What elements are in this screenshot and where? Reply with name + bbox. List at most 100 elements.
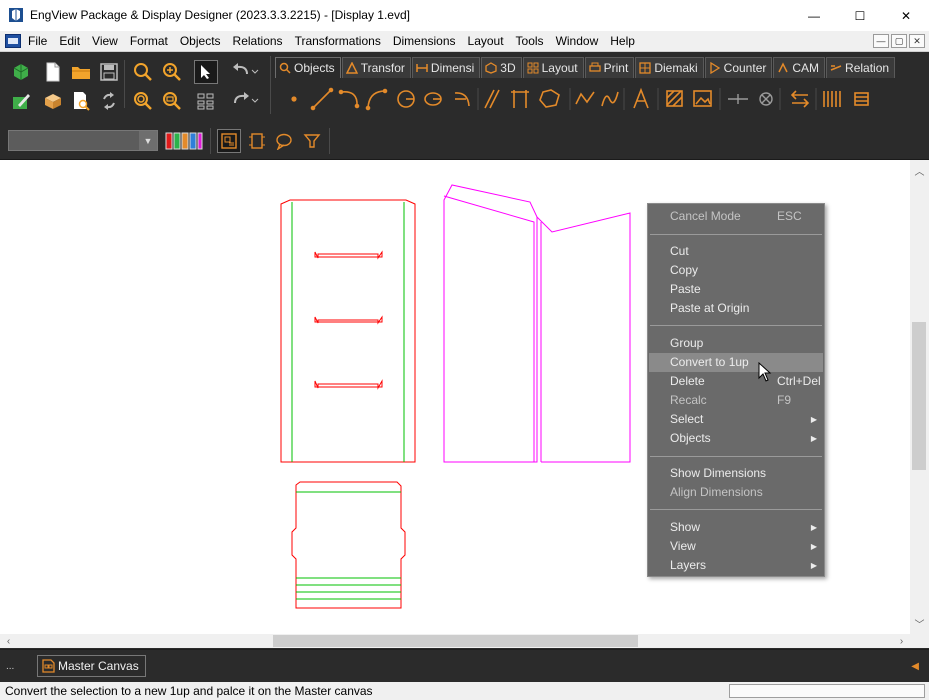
- menu-item-recalc[interactable]: Recalc F9: [649, 391, 823, 410]
- text-tool-icon: [633, 87, 649, 109]
- new-file-button[interactable]: [42, 61, 64, 83]
- layers-icon: [221, 133, 237, 149]
- mdi-restore-button[interactable]: ▢: [891, 34, 907, 48]
- point-tool-icon: [291, 96, 297, 102]
- menu-item-show[interactable]: Show ▶: [649, 518, 823, 537]
- menu-item-align-dimensions[interactable]: Align Dimensions: [649, 483, 823, 502]
- menu-item-copy[interactable]: Copy: [649, 261, 823, 280]
- scroll-right-icon[interactable]: ›: [893, 634, 910, 648]
- vertical-scrollbar[interactable]: ︿ ﹀: [910, 160, 929, 634]
- toolbar-tabs: Objects Transfor Dimensi 3D Layout Print…: [275, 57, 896, 78]
- tab-objects[interactable]: Objects: [275, 57, 341, 78]
- menu-relations[interactable]: Relations: [227, 33, 289, 49]
- tab-transformations[interactable]: Transfor: [341, 57, 411, 78]
- grid-view-button[interactable]: [195, 90, 217, 112]
- menu-help[interactable]: Help: [604, 33, 641, 49]
- tab-master-canvas[interactable]: Master Canvas: [37, 655, 146, 677]
- document-icon[interactable]: [5, 34, 21, 48]
- more-tabs-button[interactable]: ...: [6, 661, 32, 675]
- undo-dropdown[interactable]: [250, 61, 260, 83]
- color-palette-button[interactable]: [164, 130, 204, 152]
- menu-objects[interactable]: Objects: [174, 33, 227, 49]
- scroll-up-icon[interactable]: ︿: [910, 162, 929, 179]
- menu-edit[interactable]: Edit: [53, 33, 86, 49]
- toolbar-separator: [210, 128, 211, 154]
- new-1up-button[interactable]: [10, 61, 32, 83]
- redo-icon: [234, 92, 249, 104]
- chevron-down-icon: [251, 69, 259, 74]
- mdi-close-button[interactable]: ✕: [909, 34, 925, 48]
- menu-item-objects[interactable]: Objects ▶: [649, 429, 823, 448]
- close-button[interactable]: ✕: [883, 0, 929, 31]
- menu-item-group[interactable]: Group: [649, 334, 823, 353]
- mdi-minimize-button[interactable]: —: [873, 34, 889, 48]
- toolbar-area: Objects Transfor Dimensi 3D Layout Print…: [0, 52, 929, 160]
- undo-button[interactable]: [230, 61, 252, 83]
- menu-view[interactable]: View: [86, 33, 124, 49]
- tab-diemaking[interactable]: Diemaki: [635, 57, 704, 78]
- open-library-button[interactable]: [42, 90, 64, 112]
- menu-item-convert-to-1up[interactable]: Convert to 1up: [649, 353, 823, 372]
- menu-window[interactable]: Window: [550, 33, 605, 49]
- menu-item-cut[interactable]: Cut: [649, 242, 823, 261]
- table-tool-icon: [854, 92, 869, 106]
- drawing-tools-strip[interactable]: [280, 86, 880, 112]
- collapse-arrow-icon[interactable]: ◀: [911, 661, 919, 672]
- arc-3points-icon: [365, 88, 388, 111]
- menu-dimensions[interactable]: Dimensions: [387, 33, 462, 49]
- layer-properties-button[interactable]: [217, 129, 241, 153]
- maximize-button[interactable]: ☐: [837, 0, 883, 31]
- layer-frame-button[interactable]: [246, 130, 268, 152]
- menu-layout[interactable]: Layout: [462, 33, 510, 49]
- horizontal-scroll-thumb[interactable]: [273, 635, 638, 647]
- open-file-button[interactable]: [70, 61, 92, 83]
- select-tool-button[interactable]: [194, 60, 218, 84]
- menu-item-delete[interactable]: Delete Ctrl+Del: [649, 372, 823, 391]
- print-preview-button[interactable]: [70, 90, 92, 112]
- menu-item-show-dimensions[interactable]: Show Dimensions: [649, 464, 823, 483]
- redo-button[interactable]: [230, 90, 252, 112]
- menu-item-paste[interactable]: Paste: [649, 280, 823, 299]
- menu-item-label: Convert to 1up: [670, 355, 749, 369]
- refresh-button[interactable]: [98, 90, 120, 112]
- menu-transformations[interactable]: Transformations: [289, 33, 387, 49]
- menu-item-label: Copy: [670, 263, 699, 277]
- vertical-scroll-thumb[interactable]: [912, 322, 926, 470]
- tab-print[interactable]: Print: [584, 57, 635, 78]
- menu-item-select[interactable]: Select ▶: [649, 410, 823, 429]
- menu-item-label: Objects: [670, 431, 711, 445]
- menu-item-view[interactable]: View ▶: [649, 537, 823, 556]
- zoom-out-button[interactable]: [161, 90, 183, 112]
- tab-3d[interactable]: 3D: [481, 57, 522, 78]
- counter-tab-icon: [710, 62, 720, 74]
- filter-button[interactable]: [301, 130, 323, 152]
- menu-format[interactable]: Format: [124, 33, 174, 49]
- horizontal-scrollbar[interactable]: ‹ ›: [0, 634, 910, 648]
- zoom-in-button[interactable]: [161, 61, 183, 83]
- menu-tools[interactable]: Tools: [510, 33, 550, 49]
- menu-item-layers[interactable]: Layers ▶: [649, 556, 823, 575]
- tab-cam[interactable]: CAM: [773, 57, 826, 78]
- menu-item-cancel-mode[interactable]: Cancel Mode ESC: [649, 207, 823, 226]
- zoom-all-button[interactable]: [132, 90, 154, 112]
- zoom-button[interactable]: [132, 61, 154, 83]
- tab-label: Diemaki: [654, 60, 698, 75]
- layer-select[interactable]: ▼: [8, 130, 158, 151]
- comment-button[interactable]: [273, 130, 295, 152]
- menu-file[interactable]: File: [22, 33, 53, 49]
- save-button[interactable]: [98, 61, 120, 83]
- tab-relations[interactable]: Relation: [826, 57, 896, 78]
- tab-layout[interactable]: Layout: [522, 57, 584, 78]
- menu-item-paste-at-origin[interactable]: Paste at Origin: [649, 299, 823, 318]
- tab-dimensions[interactable]: Dimensi: [411, 57, 481, 78]
- polygon-tool-icon: [539, 89, 560, 108]
- edit-1up-button[interactable]: [10, 90, 32, 112]
- tab-counter[interactable]: Counter: [704, 57, 773, 78]
- minimize-button[interactable]: —: [791, 0, 837, 31]
- scroll-left-icon[interactable]: ‹: [0, 634, 17, 648]
- scroll-down-icon[interactable]: ﹀: [910, 615, 929, 632]
- redo-dropdown[interactable]: [250, 90, 260, 112]
- menu-item-label: Show: [670, 520, 701, 534]
- parallel-lines-icon: [484, 89, 500, 109]
- new-document-icon: [46, 62, 60, 82]
